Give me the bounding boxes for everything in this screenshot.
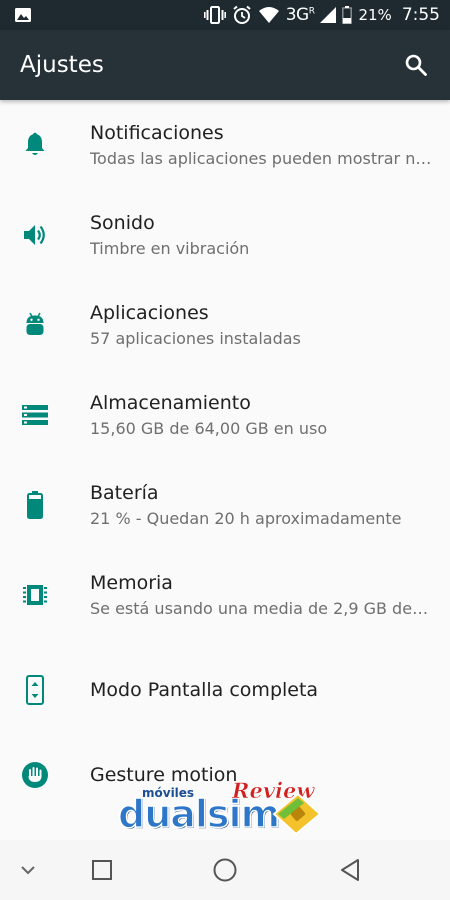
watermark-logo: móviles dualsim Review [112,778,332,848]
search-icon [405,54,427,76]
storage-icon [20,400,50,430]
battery-percent: 21% [358,6,392,24]
bell-icon [20,130,50,160]
settings-item-title: Notificaciones [90,122,224,144]
square-icon [92,860,112,880]
settings-item-subtitle: Se está usando una media de 2,9 GB de me… [90,599,432,618]
settings-item-bateria[interactable]: Batería 21 % - Quedan 20 h aproximadamen… [0,460,450,550]
settings-item-memoria[interactable]: Memoria Se está usando una media de 2,9 … [0,550,450,640]
battery-status-icon [342,6,353,24]
status-bar: 3GR 21% 7:55 [0,0,450,30]
wifi-icon [258,6,280,24]
settings-item-subtitle: Timbre en vibración [90,239,250,258]
signal-icon [320,7,337,23]
hide-nav-button[interactable] [8,850,48,890]
app-bar: Ajustes [0,30,450,100]
back-triangle-icon [341,859,359,881]
settings-item-aplicaciones[interactable]: Aplicaciones 57 aplicaciones instaladas [0,280,450,370]
android-icon [20,310,50,340]
vibrate-icon [203,6,226,24]
fullscreen-phone-icon [20,675,50,705]
settings-item-title: Aplicaciones [90,302,209,324]
settings-item-modo-pantalla-completa[interactable]: Modo Pantalla completa [0,640,450,740]
gesture-hand-icon [20,760,50,790]
settings-item-subtitle: 57 aplicaciones instaladas [90,329,301,348]
sim-card-icon [272,792,322,836]
settings-item-subtitle: Todas las aplicaciones pueden mostrar no… [90,149,432,168]
circle-icon [213,858,237,882]
settings-item-title: Modo Pantalla completa [90,679,319,701]
settings-item-title: Sonido [90,212,155,234]
memory-icon [20,580,50,610]
chevron-down-icon [21,866,35,875]
image-notification-icon [14,7,32,23]
settings-item-notificaciones[interactable]: Notificaciones Todas las aplicaciones pu… [0,100,450,190]
navigation-bar [0,840,450,900]
clock: 7:55 [401,5,440,25]
settings-item-sonido[interactable]: Sonido Timbre en vibración [0,190,450,280]
settings-item-almacenamiento[interactable]: Almacenamiento 15,60 GB de 64,00 GB en u… [0,370,450,460]
search-button[interactable] [396,45,436,85]
settings-item-title: Batería [90,482,159,504]
settings-item-subtitle: 21 % - Quedan 20 h aproximadamente [90,509,402,528]
network-type: 3GR [285,5,315,25]
settings-list: Notificaciones Todas las aplicaciones pu… [0,100,450,810]
recents-button[interactable] [82,850,122,890]
volume-icon [20,220,50,250]
battery-icon [20,490,50,520]
settings-item-subtitle: 15,60 GB de 64,00 GB en uso [90,419,328,438]
settings-item-title: Memoria [90,572,173,594]
home-button[interactable] [205,850,245,890]
settings-item-title: Almacenamiento [90,392,251,414]
page-title: Ajustes [20,52,104,78]
back-button[interactable] [330,850,370,890]
alarm-icon [232,5,252,25]
